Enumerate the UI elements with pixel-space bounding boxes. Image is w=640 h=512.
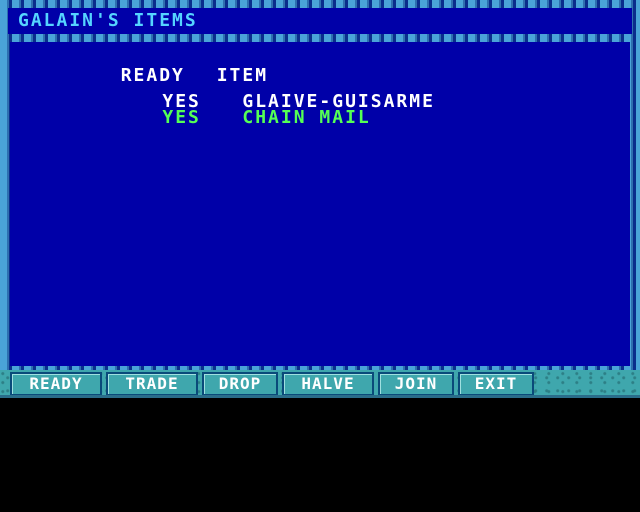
title-bar: GALAIN'S ITEMS — [8, 8, 632, 34]
exit-button[interactable]: EXIT — [458, 372, 534, 396]
game-screen: GALAIN'S ITEMS READY ITEM YES GLAIVE-GUISA… — [0, 0, 640, 400]
halve-button[interactable]: HALVE — [282, 372, 374, 396]
item-list: YES GLAIVE-GUISARME YES CHAIN MAIL — [34, 78, 435, 127]
ready-button[interactable]: READY — [10, 372, 102, 396]
chain-border-frame: GALAIN'S ITEMS READY ITEM YES GLAIVE-GUISA… — [0, 0, 640, 398]
items-panel: READY ITEM YES GLAIVE-GUISARME YES CHAIN MA… — [10, 42, 630, 398]
join-button[interactable]: JOIN — [378, 372, 454, 396]
command-menu-bar: READY TRADE DROP HALVE JOIN EXIT — [0, 370, 640, 398]
window-title: GALAIN'S ITEMS — [18, 10, 198, 31]
drop-button[interactable]: DROP — [202, 372, 278, 396]
item-name: CHAIN MAIL — [242, 107, 371, 128]
trade-button[interactable]: TRADE — [106, 372, 198, 396]
item-row[interactable]: YES GLAIVE-GUISARME — [34, 78, 435, 111]
command-menu: READY TRADE DROP HALVE JOIN EXIT — [10, 372, 534, 396]
item-ready-status: YES — [162, 107, 201, 128]
